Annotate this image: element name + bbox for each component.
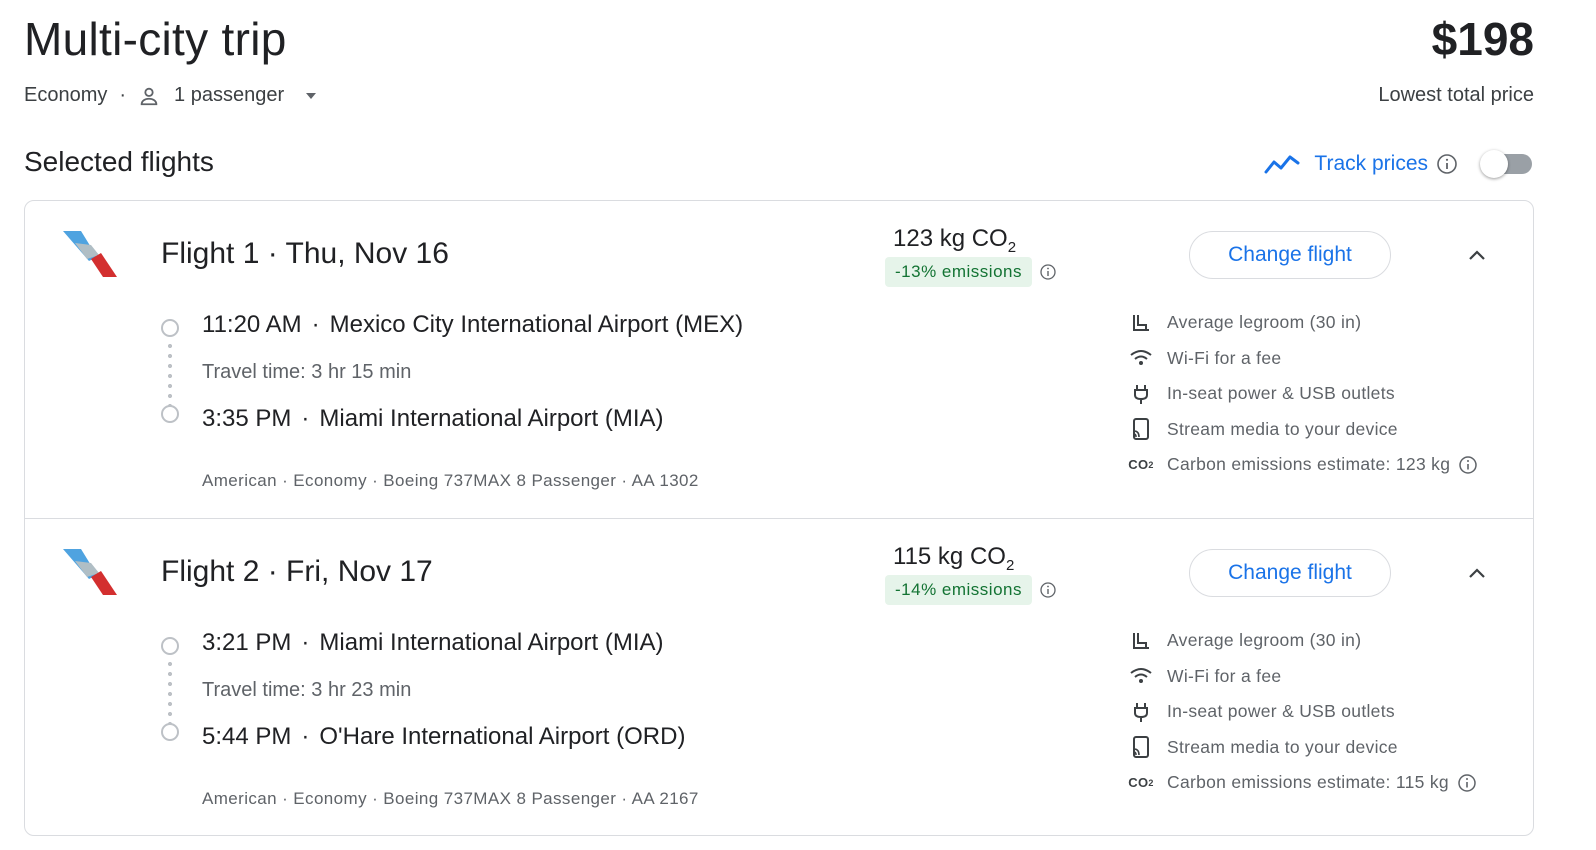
timeline-dots — [168, 341, 172, 409]
departure-line: 11:20 AM · Mexico City International Airpo… — [202, 311, 744, 338]
info-icon[interactable] — [1436, 153, 1458, 175]
legroom-icon — [1133, 632, 1149, 649]
chevron-up-icon[interactable] — [1465, 561, 1489, 585]
flight-timeline — [161, 637, 181, 741]
amenities-list: Average legroom (30 in) Wi-Fi for a fee … — [1128, 305, 1529, 483]
amenity-legroom: Average legroom (30 in) — [1129, 623, 1529, 659]
departure-line: 3:21 PM · Miami International Airport (MIA… — [202, 629, 664, 656]
section-title: Selected flights — [24, 146, 214, 177]
caret-down-icon — [306, 92, 317, 99]
trip-header: Multi-city trip Economy · 1 passenger $1… — [24, 12, 1534, 122]
emissions-badge: -13% emissions — [885, 257, 1032, 287]
amenities-list: Average legroom (30 in) Wi-Fi for a fee … — [1128, 623, 1529, 801]
amenity-power: In-seat power & USB outlets — [1129, 694, 1529, 730]
person-icon — [140, 87, 158, 105]
timeline-dots — [168, 659, 172, 727]
amenity-wifi: Wi-Fi for a fee — [1129, 659, 1529, 695]
amenity-stream: Stream media to your device — [1129, 412, 1529, 448]
amenity-power: In-seat power & USB outlets — [1129, 376, 1529, 412]
flight-item: Flight 2 · Fri, Nov 17 115 kg CO2 -14% e… — [25, 518, 1533, 835]
american-airlines-logo — [63, 231, 117, 277]
amenity-legroom: Average legroom (30 in) — [1129, 305, 1529, 341]
flight-details: American · Economy · Boeing 737MAX 8 Pas… — [202, 789, 699, 808]
stream-icon — [1133, 418, 1149, 441]
info-icon[interactable] — [1457, 773, 1477, 793]
departure-time: 3:21 PM — [202, 629, 292, 656]
info-icon[interactable] — [1458, 455, 1478, 475]
arrival-dot — [161, 723, 179, 741]
passenger-selector[interactable]: 1 passenger — [138, 84, 318, 107]
departure-time: 11:20 AM — [202, 311, 302, 338]
flight-item: Flight 1 · Thu, Nov 16 123 kg CO2 -13% e… — [25, 201, 1533, 518]
co2-amount: 123 kg CO2 — [893, 225, 1017, 256]
departure-dot — [161, 319, 179, 337]
departure-dot — [161, 637, 179, 655]
info-icon[interactable] — [1039, 263, 1057, 281]
separator-dot: · — [119, 84, 127, 106]
info-icon[interactable] — [1039, 581, 1057, 599]
amenity-stream: Stream media to your device — [1129, 730, 1529, 766]
arrival-line: 5:44 PM · O'Hare International Airport (OR… — [202, 723, 686, 750]
track-prices-label[interactable]: Track prices — [1314, 152, 1428, 176]
travel-time: Travel time: 3 hr 23 min — [202, 679, 412, 701]
travel-time: Travel time: 3 hr 15 min — [202, 361, 412, 383]
amenity-co2: CO 2 Carbon emissions estimate: 115 kg — [1128, 765, 1529, 801]
change-flight-button[interactable]: Change flight — [1189, 549, 1391, 597]
passenger-count: 1 passenger — [174, 84, 285, 106]
arrival-dot — [161, 405, 179, 423]
toggle-knob — [1480, 150, 1508, 178]
arrival-time: 3:35 PM — [202, 405, 292, 432]
arrival-airport: O'Hare International Airport (ORD) — [319, 723, 686, 750]
flight-title: Flight 1 · Thu, Nov 16 — [161, 237, 449, 270]
legroom-icon — [1133, 314, 1149, 331]
emissions-badge: -14% emissions — [885, 575, 1032, 605]
stream-icon — [1133, 736, 1149, 759]
flights-card: Flight 1 · Thu, Nov 16 123 kg CO2 -13% e… — [24, 200, 1534, 836]
wifi-icon — [1130, 350, 1152, 366]
wifi-icon — [1130, 668, 1152, 684]
amenity-co2: CO 2 Carbon emissions estimate: 123 kg — [1128, 447, 1529, 483]
co2-icon: CO 2 — [1128, 457, 1154, 473]
chevron-up-icon[interactable] — [1465, 243, 1489, 267]
track-prices: Track prices — [1264, 142, 1534, 186]
page-title: Multi-city trip — [24, 13, 287, 65]
track-prices-toggle[interactable] — [1480, 150, 1534, 178]
selected-flights-header: Selected flights Track prices — [24, 142, 1534, 186]
change-flight-button[interactable]: Change flight — [1189, 231, 1391, 279]
cabin-class: Economy — [24, 84, 108, 106]
arrival-line: 3:35 PM · Miami International Airport (MIA… — [202, 405, 664, 432]
departure-airport: Mexico City International Airport (MEX) — [329, 311, 744, 338]
flight-timeline — [161, 319, 181, 423]
flight-details: American · Economy · Boeing 737MAX 8 Pas… — [202, 471, 699, 490]
co2-amount: 115 kg CO2 — [893, 543, 1015, 574]
departure-airport: Miami International Airport (MIA) — [319, 629, 664, 656]
amenity-wifi: Wi-Fi for a fee — [1129, 341, 1529, 377]
arrival-airport: Miami International Airport (MIA) — [319, 405, 664, 432]
power-icon — [1134, 384, 1148, 404]
trip-meta: Economy · 1 passenger — [24, 84, 318, 107]
power-icon — [1134, 702, 1148, 722]
trending-icon — [1264, 155, 1300, 174]
total-price: $198 — [1431, 13, 1534, 65]
american-airlines-logo — [63, 549, 117, 595]
co2-icon: CO 2 — [1128, 775, 1154, 791]
flight-title: Flight 2 · Fri, Nov 17 — [161, 555, 433, 588]
arrival-time: 5:44 PM — [202, 723, 292, 750]
price-note: Lowest total price — [1378, 84, 1534, 106]
